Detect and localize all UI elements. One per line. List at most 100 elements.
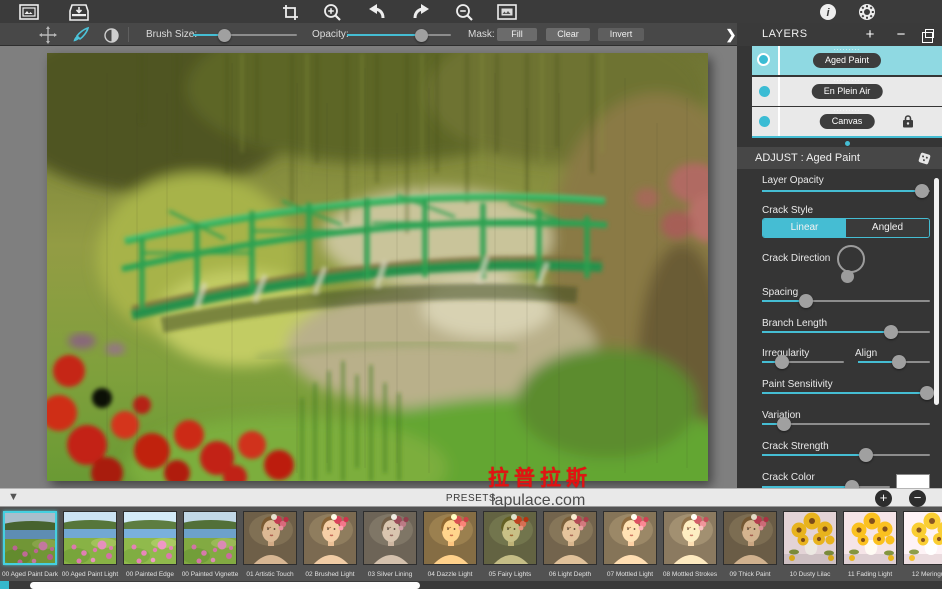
layer-visibility-dot[interactable]: [757, 53, 770, 66]
add-layer-button[interactable]: +: [861, 26, 879, 44]
randomize-icon[interactable]: [917, 151, 932, 171]
canvas-image[interactable]: [47, 53, 708, 481]
preset-item-00-aged-paint-dark[interactable]: 00 Aged Paint Dark: [3, 511, 57, 565]
opacity-slider[interactable]: [347, 28, 451, 42]
preset-item-08-mottled-strokes[interactable]: 08 Mottled Strokes: [663, 511, 717, 565]
preset-thumbnail[interactable]: [63, 511, 117, 565]
info-icon[interactable]: i: [818, 2, 838, 22]
preset-thumbnail[interactable]: [903, 511, 942, 565]
preset-item-06-light-depth[interactable]: 06 Light Depth: [543, 511, 597, 565]
layer-row-aged-paint[interactable]: ......... Aged Paint: [752, 46, 942, 75]
brush-size-slider-knob[interactable]: [218, 29, 231, 42]
layer-drag-handle[interactable]: .........: [834, 77, 861, 82]
undo-icon[interactable]: [367, 2, 387, 22]
preset-item-00-painted-edge[interactable]: 00 Painted Edge: [123, 511, 177, 565]
presets-scrollbar-thumb[interactable]: [30, 582, 420, 589]
preset-thumbnail[interactable]: [123, 511, 177, 565]
variation-knob[interactable]: [777, 417, 791, 431]
preset-label: 07 Mottled Light: [600, 571, 660, 579]
irregularity-slider[interactable]: [762, 355, 844, 369]
crack-direction-label: Crack Direction: [762, 253, 830, 264]
settings-icon[interactable]: [857, 2, 877, 22]
irregularity-knob[interactable]: [775, 355, 789, 369]
preset-item-02-brushed-light[interactable]: 02 Brushed Light: [303, 511, 357, 565]
eraser-tool-icon[interactable]: [101, 25, 121, 45]
preset-item-01-artistic-touch[interactable]: 01 Artistic Touch: [243, 511, 297, 565]
redo-icon[interactable]: [411, 2, 431, 22]
zoom-presets-in-button[interactable]: +: [875, 490, 892, 507]
preset-thumbnail[interactable]: [603, 511, 657, 565]
layer-row-canvas[interactable]: ......... Canvas: [752, 107, 942, 136]
brush-size-slider[interactable]: [193, 28, 297, 42]
preset-thumbnail[interactable]: [543, 511, 597, 565]
mask-clear-button[interactable]: Clear: [546, 28, 590, 41]
layer-drag-handle[interactable]: .........: [834, 46, 861, 51]
crack-style-linear-option[interactable]: Linear: [763, 219, 846, 237]
preset-item-05-fairy-lights[interactable]: 05 Fairy Lights: [483, 511, 537, 565]
preset-item-00-aged-paint-light[interactable]: 00 Aged Paint Light: [63, 511, 117, 565]
brush-tool-icon[interactable]: [71, 25, 91, 45]
preset-thumbnail[interactable]: [3, 511, 57, 565]
crack-strength-knob[interactable]: [859, 448, 873, 462]
layer-name-pill[interactable]: Aged Paint: [813, 53, 881, 68]
open-image-icon[interactable]: [19, 2, 39, 22]
presets-scrollbar-track[interactable]: [0, 581, 942, 589]
mask-fill-button[interactable]: Fill: [497, 28, 537, 41]
branch-length-knob[interactable]: [884, 325, 898, 339]
layer-opacity-slider[interactable]: [762, 184, 930, 198]
layer-name-pill[interactable]: Canvas: [820, 114, 875, 129]
preset-thumbnail[interactable]: [843, 511, 897, 565]
preset-thumbnail[interactable]: [303, 511, 357, 565]
layer-drag-handle[interactable]: .........: [834, 107, 861, 112]
preset-item-12-meringue[interactable]: 12 Meringue: [903, 511, 942, 565]
layer-opacity-knob[interactable]: [915, 184, 929, 198]
preset-thumbnail[interactable]: [723, 511, 777, 565]
preset-item-04-dazzle-light[interactable]: 04 Dazzle Light: [423, 511, 477, 565]
adjust-scrollbar[interactable]: [934, 178, 939, 405]
preset-item-03-silver-lining[interactable]: 03 Silver Lining: [363, 511, 417, 565]
spacing-slider[interactable]: [762, 294, 930, 308]
align-knob[interactable]: [892, 355, 906, 369]
preset-thumbnail[interactable]: [243, 511, 297, 565]
zoom-in-icon[interactable]: [322, 2, 342, 22]
top-toolbar: i: [0, 0, 942, 23]
zoom-out-icon[interactable]: [454, 2, 474, 22]
preset-thumbnail[interactable]: [663, 511, 717, 565]
tool-options-bar: Brush Size: Opacity: Mask: Fill Clear In…: [0, 23, 737, 46]
preset-thumbnail[interactable]: [423, 511, 477, 565]
crack-style-angled-option[interactable]: Angled: [846, 219, 929, 237]
layer-row-en-plein-air[interactable]: ......... En Plein Air: [752, 77, 942, 106]
paint-sensitivity-knob[interactable]: [920, 386, 934, 400]
crack-style-label: Crack Style: [762, 205, 813, 216]
align-slider[interactable]: [858, 355, 930, 369]
paint-sensitivity-slider[interactable]: [762, 386, 930, 400]
preset-thumbnail[interactable]: [363, 511, 417, 565]
opacity-slider-knob[interactable]: [415, 29, 428, 42]
move-tool-icon[interactable]: [38, 25, 58, 45]
preset-thumbnail[interactable]: [183, 511, 237, 565]
layer-name-pill[interactable]: En Plein Air: [812, 84, 883, 99]
spacing-knob[interactable]: [799, 294, 813, 308]
crack-direction-knob[interactable]: [841, 270, 854, 283]
crack-strength-slider[interactable]: [762, 448, 930, 462]
preset-thumbnail[interactable]: [783, 511, 837, 565]
save-export-icon[interactable]: [69, 2, 89, 22]
layer-visibility-dot[interactable]: [759, 86, 770, 97]
preset-item-10-dusty-lilac[interactable]: 10 Dusty Lilac: [783, 511, 837, 565]
preset-thumbnail[interactable]: [483, 511, 537, 565]
remove-layer-button[interactable]: −: [892, 26, 910, 44]
duplicate-layer-button[interactable]: [925, 29, 934, 38]
mask-invert-button[interactable]: Invert: [598, 28, 644, 41]
crack-direction-dial[interactable]: [837, 245, 865, 273]
preset-item-00-painted-vignette[interactable]: 00 Painted Vignette: [183, 511, 237, 565]
image-preview-icon[interactable]: [497, 2, 517, 22]
preset-item-09-thick-paint[interactable]: 09 Thick Paint: [723, 511, 777, 565]
branch-length-slider[interactable]: [762, 325, 930, 339]
variation-slider[interactable]: [762, 417, 930, 431]
toolbar-expand-chevron-icon[interactable]: ❯: [724, 24, 738, 45]
zoom-presets-out-button[interactable]: −: [909, 490, 926, 507]
preset-item-11-fading-light[interactable]: 11 Fading Light: [843, 511, 897, 565]
preset-item-07-mottled-light[interactable]: 07 Mottled Light: [603, 511, 657, 565]
layer-visibility-dot[interactable]: [759, 116, 770, 127]
crop-icon[interactable]: [280, 2, 300, 22]
